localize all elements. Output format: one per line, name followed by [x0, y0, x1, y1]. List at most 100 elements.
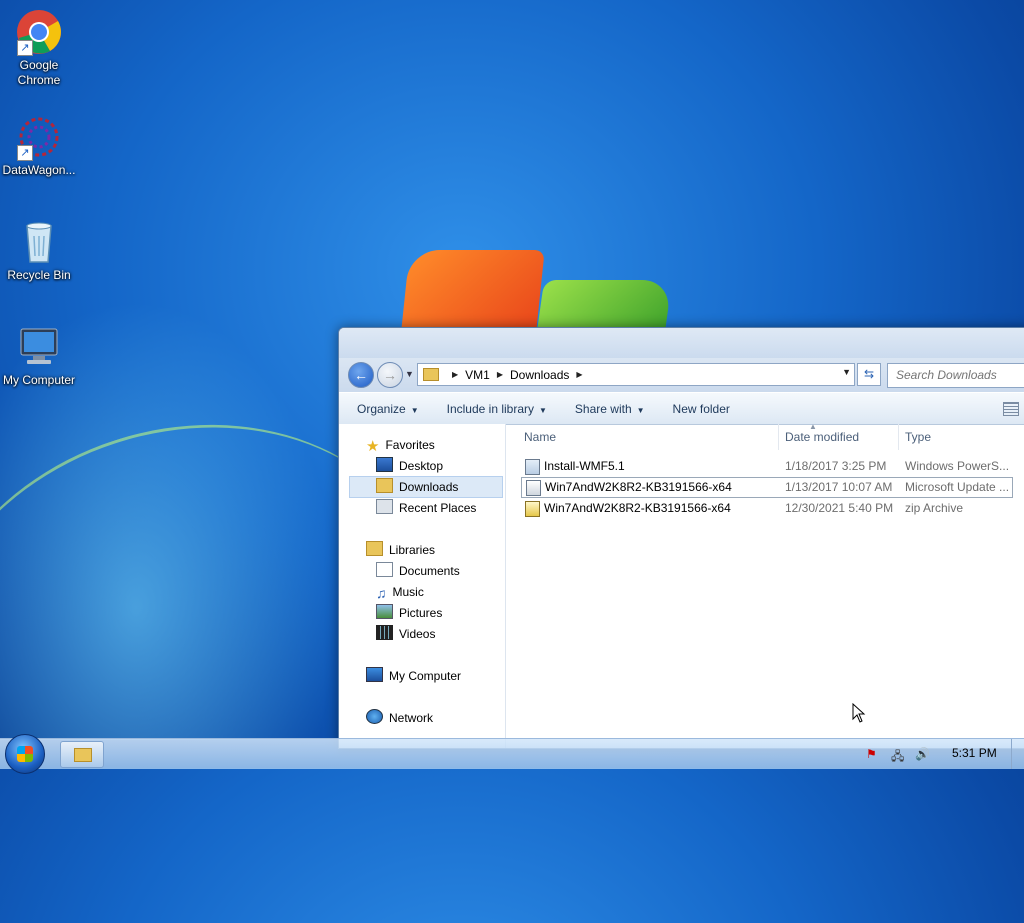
breadcrumb-vm1[interactable]: VM1 — [465, 368, 490, 382]
file-date: 1/18/2017 3:25 PM — [785, 459, 887, 473]
taskbar-explorer-button[interactable] — [60, 741, 104, 768]
nav-recent-places[interactable]: Recent Places — [376, 498, 476, 518]
chevron-right-icon[interactable]: ▶ — [452, 370, 458, 379]
file-type: Windows PowerS... — [905, 459, 1010, 473]
nav-recent-places-label: Recent Places — [399, 501, 477, 515]
recycle-bin-icon — [15, 218, 63, 266]
nav-favorites-label: Favorites — [385, 438, 435, 452]
nav-libraries-label: Libraries — [389, 543, 436, 557]
search-input[interactable] — [887, 363, 1024, 388]
nav-documents[interactable]: Documents — [376, 561, 460, 581]
windows-flag-icon — [17, 746, 33, 762]
navigation-bar: ← → ▼ ▶ VM1 ▶ Downloads ▶ ▼ ⇆ — [339, 358, 1024, 392]
nav-my-computer[interactable]: My Computer — [366, 666, 461, 686]
nav-documents-label: Documents — [399, 564, 460, 578]
forward-button[interactable]: → — [377, 362, 403, 388]
file-row[interactable]: Win7AndW2K8R2-KB3191566-x64 12/30/2021 5… — [521, 499, 1011, 518]
libraries-icon — [366, 541, 383, 556]
file-row[interactable]: Install-WMF5.1 1/18/2017 3:25 PM Windows… — [521, 457, 1011, 476]
update-package-icon — [526, 480, 541, 496]
taskbar-clock[interactable]: 5:31 PM — [952, 746, 997, 760]
network-tray-icon[interactable]: 🖧 — [891, 747, 904, 768]
file-name: Install-WMF5.1 — [544, 459, 625, 473]
organize-button[interactable]: Organize ▼ — [357, 402, 419, 416]
nav-pictures[interactable]: Pictures — [376, 603, 442, 623]
downloads-folder-icon — [376, 478, 393, 493]
arrow-right-icon: → — [383, 367, 397, 383]
file-list: ▲ Name Date modified Type Install-WMF5.1… — [506, 422, 1024, 748]
nav-music-label: Music — [392, 585, 424, 599]
refresh-icon: ⇆ — [863, 367, 875, 381]
action-center-icon[interactable]: ⚑ — [866, 747, 877, 761]
caret-down-icon: ▼ — [410, 405, 419, 415]
computer-icon — [15, 323, 63, 371]
nav-videos-label: Videos — [399, 627, 436, 641]
file-date: 12/30/2021 5:40 PM — [785, 501, 894, 515]
nav-favorites[interactable]: ★ Favorites — [366, 435, 435, 455]
desktop-icon-label: My Computer — [2, 373, 76, 387]
column-header-name[interactable]: Name — [524, 424, 556, 450]
change-view-icon[interactable] — [1003, 402, 1019, 416]
start-button[interactable] — [5, 734, 45, 774]
desktop-icon-my-computer[interactable]: My Computer — [0, 323, 78, 388]
file-name: Win7AndW2K8R2-KB3191566-x64 — [544, 501, 731, 515]
music-note-icon: ♫ — [376, 585, 387, 601]
file-type: zip Archive — [905, 501, 964, 515]
share-with-label: Share with — [574, 401, 632, 416]
volume-icon[interactable]: 🔊 — [915, 747, 930, 761]
address-dropdown-icon[interactable]: ▼ — [842, 367, 851, 377]
file-type: Microsoft Update ... — [905, 480, 1010, 494]
videos-icon — [376, 625, 393, 640]
new-folder-button[interactable]: New folder — [673, 402, 730, 416]
column-header-date-modified[interactable]: Date modified — [785, 424, 859, 450]
folder-icon — [423, 368, 439, 381]
mouse-cursor-icon — [852, 703, 866, 723]
recent-pages-button[interactable]: ▼ — [405, 369, 414, 379]
column-separator[interactable] — [898, 424, 899, 450]
column-header-type[interactable]: Type — [905, 424, 931, 450]
desktop-icon-datawagon[interactable]: ↗ DataWagon... — [0, 113, 78, 178]
address-bar[interactable]: ▶ VM1 ▶ Downloads ▶ ▼ — [417, 363, 855, 386]
folder-icon — [74, 748, 92, 762]
documents-icon — [376, 562, 393, 577]
back-button[interactable]: ← — [348, 362, 374, 388]
datawagon-icon: ↗ — [15, 113, 63, 161]
caret-down-icon: ▼ — [539, 405, 547, 415]
column-separator[interactable] — [778, 424, 779, 450]
nav-music[interactable]: ♫ Music — [376, 582, 424, 602]
chrome-icon: ↗ — [15, 8, 63, 56]
navigation-pane: ★ Favorites Desktop Downloads Recent Plac… — [339, 424, 506, 748]
nav-desktop-label: Desktop — [399, 459, 444, 473]
desktop-icon — [376, 457, 393, 472]
include-in-library-label: Include in library — [446, 401, 534, 416]
nav-videos[interactable]: Videos — [376, 624, 435, 644]
zip-archive-icon — [525, 501, 540, 517]
desktop-icon-chrome[interactable]: ↗ Google Chrome — [0, 8, 78, 88]
desktop-icon-label: Recycle Bin — [7, 268, 71, 282]
share-with-button[interactable]: Share with ▼ — [575, 402, 645, 416]
breadcrumb-downloads[interactable]: Downloads — [510, 368, 569, 382]
powershell-script-icon — [525, 459, 540, 475]
include-in-library-button[interactable]: Include in library ▼ — [447, 402, 547, 416]
file-date: 1/13/2017 10:07 AM — [785, 480, 893, 494]
file-row-selected[interactable]: Win7AndW2K8R2-KB3191566-x64 1/13/2017 10… — [521, 477, 1013, 498]
show-desktop-button[interactable] — [1011, 739, 1024, 769]
network-icon — [366, 709, 383, 724]
taskbar: ⚑ 🖧 🔊 5:31 PM — [0, 734, 1024, 774]
command-toolbar: Organize ▼ Include in library ▼ Share with… — [339, 392, 1024, 425]
chevron-right-icon[interactable]: ▶ — [497, 370, 503, 379]
refresh-button[interactable]: ⇆ — [857, 363, 881, 386]
explorer-window[interactable]: ← → ▼ ▶ VM1 ▶ Downloads ▶ ▼ ⇆ Organize ▼ … — [338, 327, 1024, 749]
nav-downloads-label: Downloads — [399, 480, 459, 494]
pictures-icon — [376, 604, 393, 619]
nav-desktop[interactable]: Desktop — [376, 456, 443, 476]
shortcut-arrow-icon: ↗ — [17, 145, 33, 161]
nav-libraries[interactable]: Libraries — [366, 540, 435, 560]
nav-network-label: Network — [389, 711, 434, 725]
desktop-icon-label: DataWagon... — [2, 163, 76, 177]
computer-icon — [366, 667, 383, 682]
nav-downloads[interactable]: Downloads — [349, 476, 503, 498]
nav-network[interactable]: Network — [366, 708, 433, 728]
chevron-right-icon[interactable]: ▶ — [576, 370, 582, 379]
desktop-icon-recycle-bin[interactable]: Recycle Bin — [0, 218, 78, 283]
